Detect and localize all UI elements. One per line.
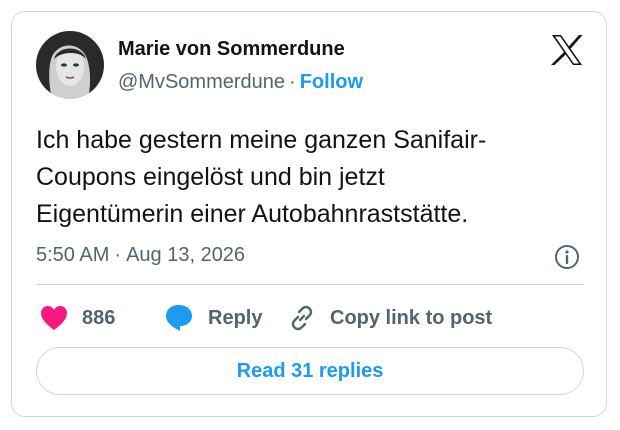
handle-separator: · (289, 71, 296, 93)
info-icon[interactable] (554, 244, 580, 270)
tweet-card: Marie von Sommerdune @MvSommerdune · Follo… (11, 11, 607, 417)
tweet-text: Ich habe gestern meine ganzen Sanifair- … (36, 126, 487, 228)
author-handle[interactable]: @MvSommerdune (118, 71, 285, 93)
link-icon (291, 305, 313, 331)
avatar[interactable] (36, 31, 104, 99)
tweet-time: 5:50 AM (36, 244, 110, 266)
reply-label: Reply (208, 306, 263, 329)
copy-link-button[interactable]: Copy link to post (288, 303, 492, 333)
timestamp-separator: · (114, 244, 122, 266)
author-handle-row: @MvSommerdune · Follow (118, 71, 363, 94)
like-count: 886 (82, 306, 116, 329)
speech-bubble-icon (166, 305, 192, 331)
follow-button[interactable]: Follow (300, 71, 363, 93)
like-button[interactable]: 886 (40, 303, 115, 333)
tweet-timestamp[interactable]: 5:50 AM · Aug 13, 2026 (36, 244, 245, 267)
author-name[interactable]: Marie von Sommerdune (118, 38, 345, 61)
reply-button[interactable]: Reply (164, 303, 262, 333)
copy-link-label: Copy link to post (330, 306, 493, 329)
tweet-date: Aug 13, 2026 (126, 244, 246, 266)
x-logo-icon[interactable] (550, 34, 584, 66)
avatar-portrait (36, 31, 104, 99)
read-replies-button[interactable]: Read 31 replies (36, 347, 584, 395)
divider (36, 284, 584, 285)
heart-icon (41, 306, 67, 330)
